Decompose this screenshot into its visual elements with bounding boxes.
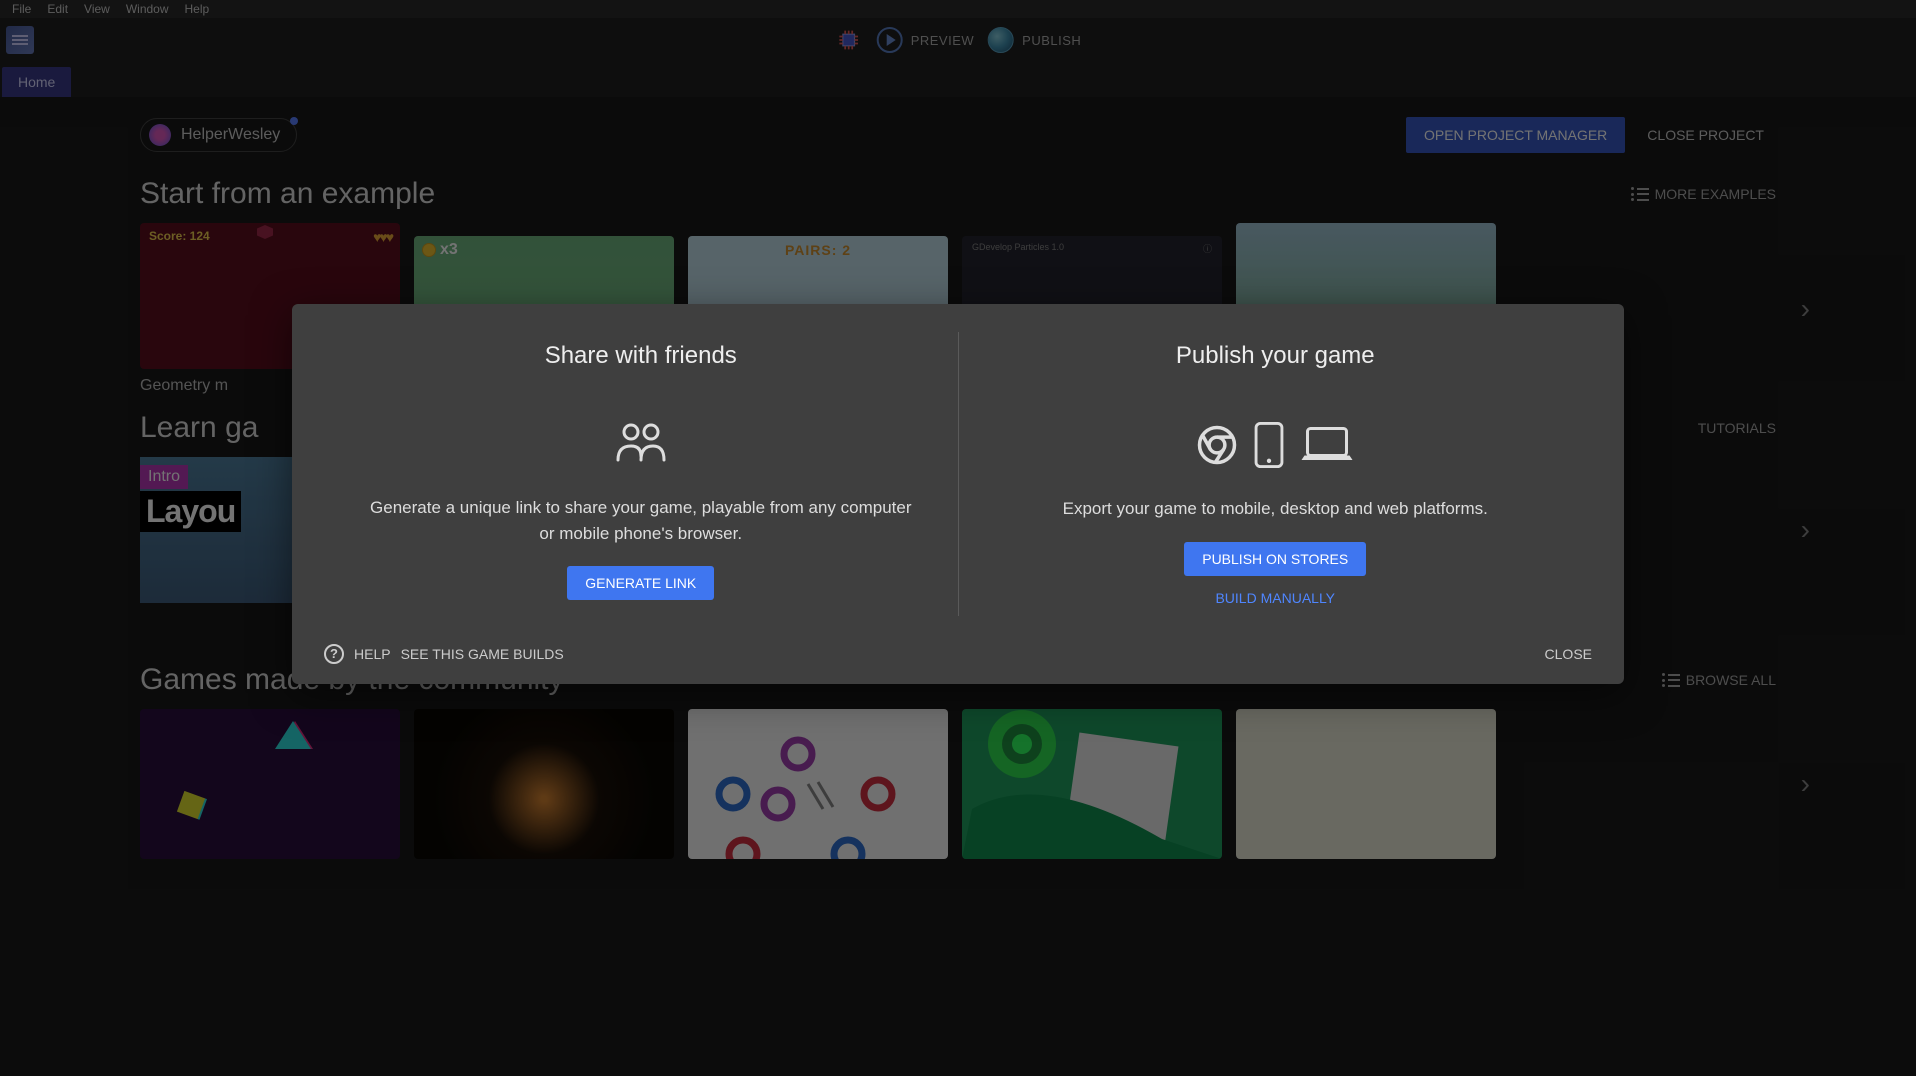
platforms-icon-group bbox=[1196, 422, 1354, 468]
publish-stores-button[interactable]: PUBLISH ON STORES bbox=[1184, 542, 1366, 576]
share-title: Share with friends bbox=[545, 342, 737, 370]
publish-description: Export your game to mobile, desktop and … bbox=[1063, 496, 1488, 522]
mobile-icon bbox=[1254, 422, 1284, 468]
publish-title: Publish your game bbox=[1176, 342, 1375, 370]
people-icon bbox=[613, 422, 669, 467]
help-icon: ? bbox=[324, 644, 344, 664]
help-link[interactable]: HELP bbox=[354, 646, 391, 662]
chrome-icon bbox=[1196, 424, 1238, 466]
close-button[interactable]: CLOSE bbox=[1545, 646, 1592, 662]
build-manually-link[interactable]: BUILD MANUALLY bbox=[1215, 590, 1335, 606]
share-section: Share with friends Generate a unique lin… bbox=[324, 332, 959, 616]
laptop-icon bbox=[1300, 425, 1354, 465]
publish-section: Publish your game Export your game to mo… bbox=[959, 332, 1593, 616]
generate-link-button[interactable]: GENERATE LINK bbox=[567, 566, 714, 600]
see-builds-link[interactable]: SEE THIS GAME BUILDS bbox=[401, 646, 564, 662]
share-description: Generate a unique link to share your gam… bbox=[364, 495, 918, 546]
export-dialog: Share with friends Generate a unique lin… bbox=[292, 304, 1624, 684]
